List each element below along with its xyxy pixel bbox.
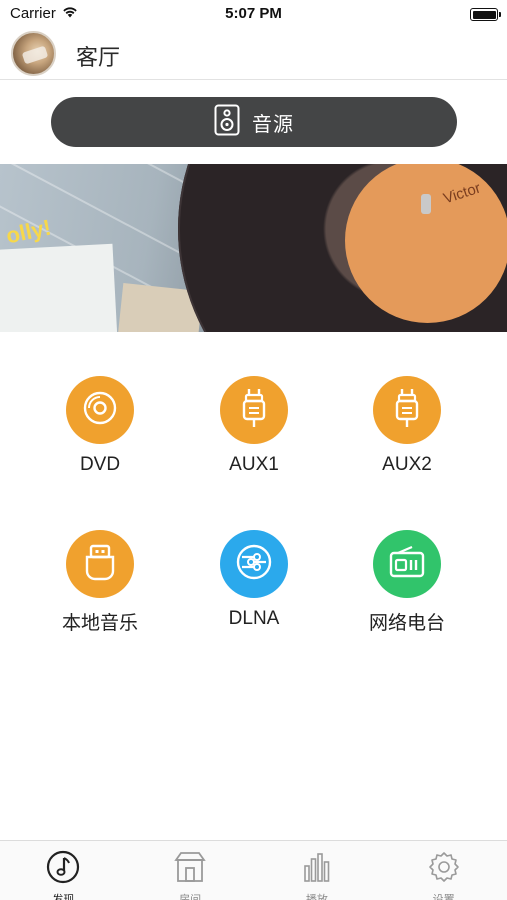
source-item-label: 网络电台 [368,613,445,634]
usb-icon [82,543,118,586]
tab-label: 播放 [305,894,328,900]
net-radio-circle [373,530,441,598]
local-music-circle [66,530,134,598]
dlna-icon [234,542,274,587]
gear-icon [427,850,461,889]
source-item-label: AUX2 [382,454,432,475]
banner-image: olly! Victor [0,164,507,332]
room-title: 客厅 [76,45,121,70]
room-avatar[interactable] [11,31,56,76]
tab-settings[interactable]: 设置 [380,841,507,900]
disc-icon [82,390,118,431]
source-item-dvd[interactable]: DVD [25,376,175,476]
header: 客厅 [0,28,507,80]
tab-discover[interactable]: 发现 [0,841,127,900]
tab-play[interactable]: 播放 [254,841,381,900]
aux-plug-icon [239,387,269,434]
source-button-label: 音源 [252,113,294,136]
tab-label: 设置 [432,894,455,900]
source-item-label: DLNA [228,608,280,629]
speaker-icon [214,104,240,141]
battery-icon [470,8,501,21]
source-button[interactable]: 音源 [51,97,457,147]
status-time: 5:07 PM [225,5,282,22]
tab-label: 发现 [52,894,75,900]
source-item-label: DVD [79,454,121,475]
source-item-net-radio[interactable]: 网络电台 [332,530,482,635]
source-item-aux1[interactable]: AUX1 [179,376,329,476]
tab-bar: 发现 房间 播放 设置 [0,840,507,900]
source-item-dlna[interactable]: DLNA [179,530,329,630]
bars-icon [300,850,334,889]
dlna-circle [220,530,288,598]
house-icon [173,850,207,889]
spindle [421,194,431,214]
aux2-circle [373,376,441,444]
banner-paper [0,243,118,332]
source-item-label: AUX1 [229,454,279,475]
source-item-aux2[interactable]: AUX2 [332,376,482,476]
music-note-icon [46,850,80,889]
source-item-local-music[interactable]: 本地音乐 [25,530,175,635]
tab-label: 房间 [179,894,202,900]
tab-room[interactable]: 房间 [127,841,254,900]
banner-script-text: olly! [3,214,54,249]
aux1-circle [220,376,288,444]
source-item-label: 本地音乐 [61,613,138,634]
status-bar: Carrier 5:07 PM [0,0,507,28]
aux-plug-icon [392,387,422,434]
dvd-circle [66,376,134,444]
record-label [345,164,507,323]
radio-icon [388,544,426,585]
